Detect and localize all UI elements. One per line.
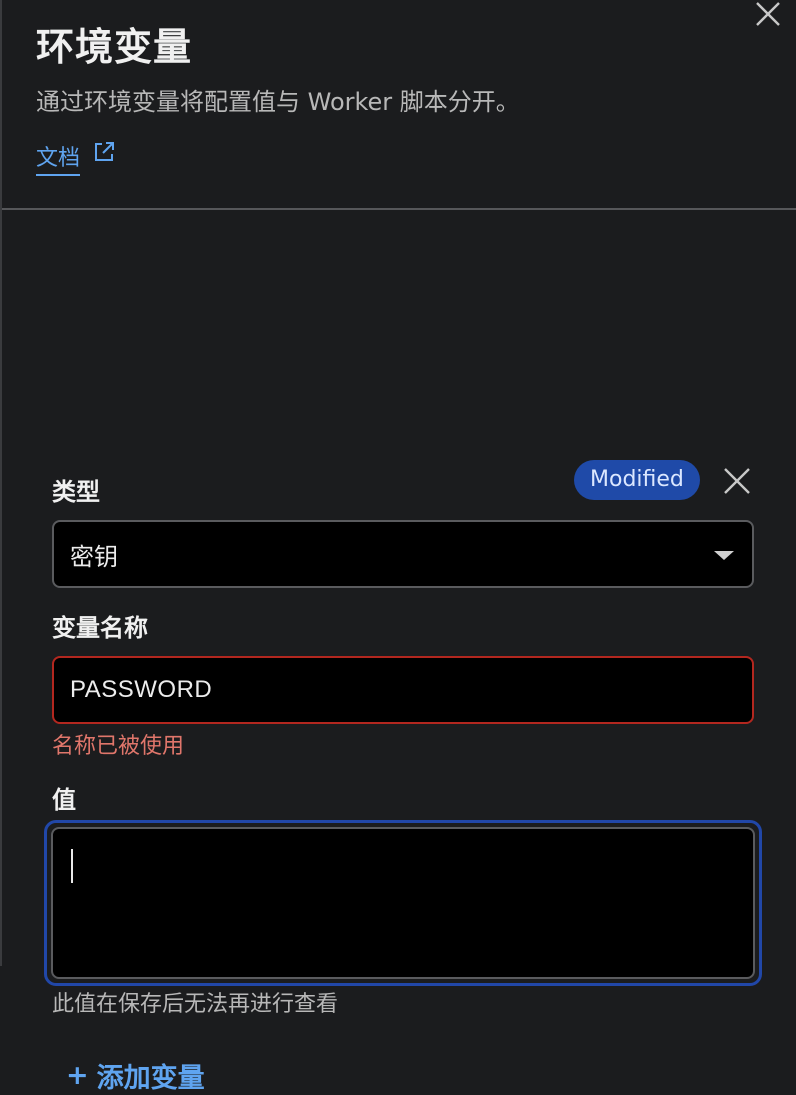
name-label: 变量名称 — [52, 614, 148, 642]
add-variable-label: 添加变量 — [96, 1063, 205, 1094]
external-link-icon[interactable] — [92, 140, 116, 164]
variable-name-input[interactable] — [52, 656, 754, 724]
value-focus-ring — [44, 820, 762, 986]
chevron-down-icon — [714, 551, 734, 560]
type-label: 类型 — [52, 478, 100, 506]
close-panel-icon[interactable] — [754, 0, 782, 28]
type-select-value: 密钥 — [70, 542, 118, 571]
value-label: 值 — [52, 786, 76, 814]
variable-value-textarea[interactable] — [51, 827, 755, 979]
type-select[interactable]: 密钥 — [52, 520, 754, 588]
plus-icon: + — [66, 1060, 89, 1091]
text-cursor — [71, 849, 73, 883]
value-hint: 此值在保存后无法再进行查看 — [52, 992, 339, 1017]
name-error-message: 名称已被使用 — [52, 734, 185, 759]
env-variables-panel: 环境变量 通过环境变量将配置值与 Worker 脚本分开。 文档 类型 Modi… — [0, 0, 796, 1094]
page-subtitle: 通过环境变量将配置值与 Worker 脚本分开。 — [36, 88, 520, 116]
page-title: 环境变量 — [36, 25, 193, 69]
docs-link[interactable]: 文档 — [36, 140, 116, 176]
panel-header: 环境变量 通过环境变量将配置值与 Worker 脚本分开。 文档 — [2, 0, 796, 210]
status-badge: Modified — [574, 460, 700, 500]
add-variable-button[interactable]: + 添加变量 — [66, 1056, 205, 1095]
remove-variable-icon[interactable] — [722, 466, 752, 496]
docs-link-label[interactable]: 文档 — [36, 140, 81, 176]
